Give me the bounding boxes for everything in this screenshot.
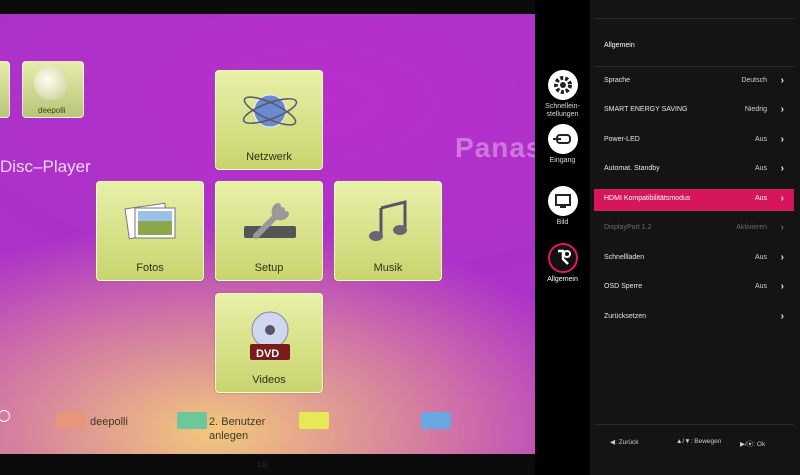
tile-label: Fotos <box>136 262 164 274</box>
category-label: Schnellein-stellungen <box>545 103 580 118</box>
divider <box>594 66 794 67</box>
chevron-right-icon: › <box>780 193 784 204</box>
wrench-icon <box>244 203 296 239</box>
media-player-screen: deepolli Disc–Player Panas ︿ ‹ › Netzwer… <box>0 14 535 454</box>
panel-title: Allgemein <box>604 42 635 49</box>
general-settings-icon <box>547 243 578 273</box>
setting-zuruecksetzen[interactable]: Zurücksetzen › <box>594 307 794 329</box>
photos-icon <box>124 202 176 240</box>
chevron-right-icon: › <box>780 75 784 86</box>
setting-name: OSD Sperre <box>604 283 643 290</box>
setting-smart-energy-saving[interactable]: SMART ENERGY SAVING Niedrig › <box>594 100 794 122</box>
setting-hdmi-kompatibilitaetsmodus[interactable]: HDMI Kompatibilitätsmodus Aus › <box>594 189 794 211</box>
setting-power-led[interactable]: Power-LED Aus › <box>594 130 794 152</box>
setting-name: SMART ENERGY SAVING <box>604 106 688 113</box>
globe-network-icon <box>242 94 298 128</box>
category-schnelleinstellungen[interactable]: Schnellein-stellungen <box>535 70 590 119</box>
footer-ok-hint: ▶/⦿: Ok <box>740 441 766 448</box>
setting-value: Deutsch <box>741 77 767 84</box>
red-button[interactable] <box>56 412 86 429</box>
green-button-label: 2. Benutzer anlegen <box>209 416 266 442</box>
divider <box>594 18 794 19</box>
setting-automat-standby[interactable]: Automat. Standby Aus › <box>594 159 794 181</box>
tile-label: Netzwerk <box>246 151 292 163</box>
osd-settings-panel: Allgemein Sprache Deutsch › SMART ENERGY… <box>590 0 800 475</box>
category-bild[interactable]: Bild <box>535 186 590 227</box>
category-eingang[interactable]: Eingang <box>535 124 590 165</box>
setting-name: Automat. Standby <box>604 165 660 172</box>
tile-netzwerk[interactable]: Netzwerk <box>215 70 323 170</box>
tile-label: Videos <box>252 374 286 386</box>
setting-osd-sperre[interactable]: OSD Sperre Aus › <box>594 277 794 299</box>
setting-name: Schnellladen <box>604 254 645 261</box>
setting-value: Aus <box>754 195 767 202</box>
setting-value: Aktivieren <box>736 224 767 231</box>
setting-name: Power-LED <box>604 136 640 143</box>
setting-name: Sprache <box>604 77 631 84</box>
setting-value: Aus <box>754 283 767 290</box>
category-label: Allgemein <box>547 276 578 283</box>
setting-displayport: DisplayPort 1.2 Aktivieren › <box>594 218 794 240</box>
setting-value: Aus <box>754 136 767 143</box>
dvd-disc-icon <box>250 311 290 360</box>
divider <box>594 424 794 425</box>
disc-player-title: Disc–Player <box>0 157 91 176</box>
category-label: Eingang <box>549 157 576 164</box>
setting-value: Aus <box>754 254 767 261</box>
tile-label: Setup <box>254 262 284 274</box>
footer-back-hint: ◀: Zurück <box>610 439 639 446</box>
tile-videos[interactable]: DVD Videos <box>215 293 323 393</box>
music-notes-icon <box>369 200 407 241</box>
chevron-right-icon: › <box>780 311 784 322</box>
thumbnail-partial[interactable] <box>0 61 10 118</box>
tile-label: Musik <box>373 262 403 274</box>
tile-fotos[interactable]: Fotos <box>96 181 204 281</box>
footer-move-hint: ▲/▼: Bewegen <box>676 438 722 445</box>
setting-schnellladen[interactable]: Schnellladen Aus › <box>594 248 794 270</box>
setting-name: DisplayPort 1.2 <box>604 224 652 231</box>
chevron-right-icon: › <box>780 252 784 263</box>
category-label: Bild <box>556 219 569 226</box>
red-button-label: deepolli <box>90 416 128 428</box>
brand-watermark: Panas <box>455 132 535 163</box>
setting-value: Niedrig <box>744 106 767 113</box>
tile-musik[interactable]: Musik <box>334 181 442 281</box>
chevron-right-icon: › <box>780 104 784 115</box>
chevron-right-icon: › <box>780 222 784 233</box>
enter-icon <box>0 410 10 422</box>
yellow-button[interactable] <box>299 412 329 429</box>
thumbnail-label: deepolli <box>38 106 66 115</box>
setting-sprache[interactable]: Sprache Deutsch › <box>594 71 794 93</box>
category-allgemein[interactable]: Allgemein <box>535 243 590 284</box>
gear-icon <box>547 70 578 100</box>
blue-button[interactable] <box>421 412 451 429</box>
dvd-label: DVD <box>256 348 280 360</box>
setting-value: Aus <box>754 165 767 172</box>
picture-icon <box>547 186 578 216</box>
chevron-right-icon: › <box>780 163 784 174</box>
osd-category-column: Schnellein-stellungen Eingang Bild Allge… <box>535 0 590 475</box>
setting-name: Zurücksetzen <box>604 313 647 320</box>
green-button[interactable] <box>177 412 207 429</box>
chevron-right-icon: › <box>780 134 784 145</box>
setting-name: HDMI Kompatibilitätsmodus <box>604 195 691 202</box>
monitor-logo: LG <box>258 462 268 469</box>
tile-setup[interactable]: Setup <box>215 181 323 281</box>
moon-image <box>34 66 68 100</box>
chevron-right-icon: › <box>780 281 784 292</box>
input-icon <box>547 124 578 154</box>
